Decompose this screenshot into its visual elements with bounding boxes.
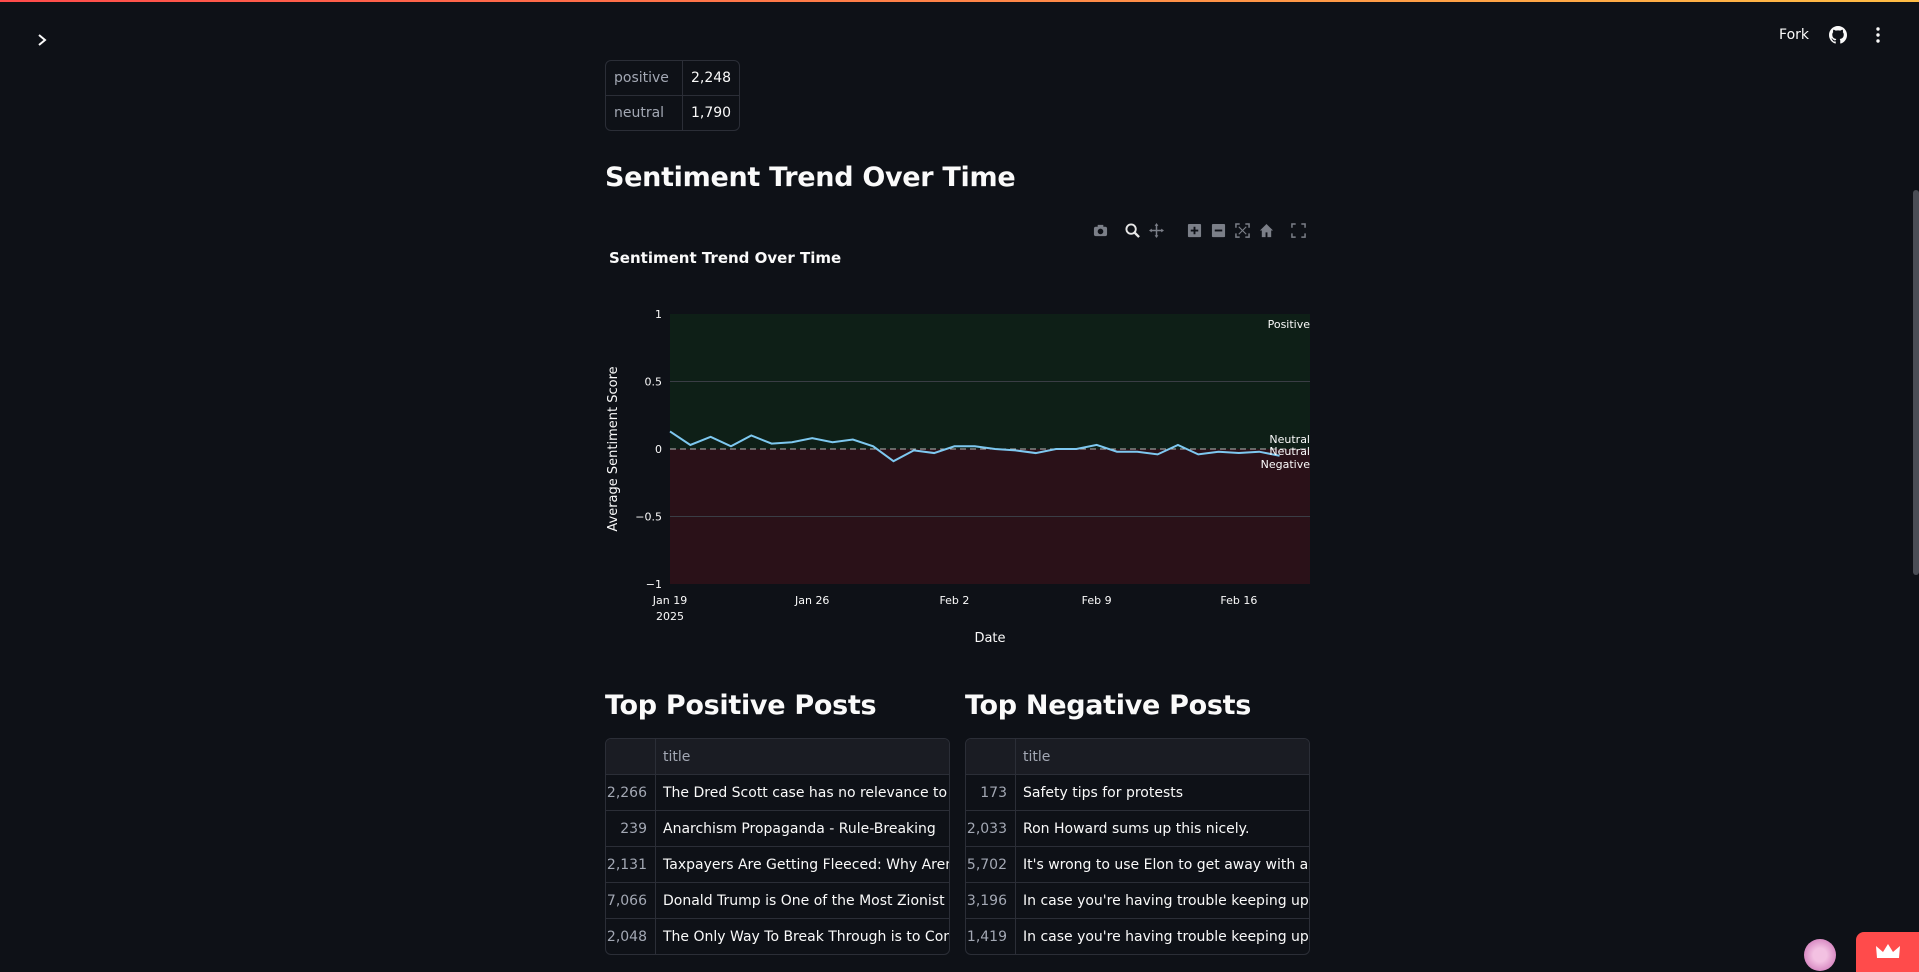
header-actions: Fork: [1779, 24, 1889, 46]
top-positive-table[interactable]: title 2,266 The Dred Scott case has no re…: [605, 738, 950, 955]
row-index: 1,419: [966, 919, 1016, 954]
y-tick-label: 0: [655, 443, 662, 456]
top-positive-column: Top Positive Posts: [605, 690, 877, 721]
row-index: 2,266: [606, 775, 656, 810]
top-negative-table[interactable]: title 173 Safety tips for protests 2,033 R…: [965, 738, 1310, 955]
row-index: 173: [966, 775, 1016, 810]
stat-key: positive: [606, 61, 683, 95]
user-avatar[interactable]: [1804, 939, 1836, 971]
streamlit-badge[interactable]: [1856, 932, 1919, 972]
row-index: 2,033: [966, 811, 1016, 846]
row-title: The Dred Scott case has no relevance to …: [663, 784, 949, 801]
table-row[interactable]: 2,131 Taxpayers Are Getting Fleeced: Why …: [606, 846, 949, 882]
table-row[interactable]: 7,066 Donald Trump is One of the Most Zio…: [606, 882, 949, 918]
row-title: Safety tips for protests: [1023, 784, 1184, 801]
y-tick-label: 0.5: [645, 376, 663, 389]
index-header: [966, 739, 1016, 774]
row-title: Ron Howard sums up this nicely.: [1023, 820, 1250, 837]
annotation-neutral: Neutral: [1269, 445, 1310, 458]
top-negative-column: Top Negative Posts: [965, 690, 1251, 721]
table-row: neutral 1,790: [606, 95, 740, 130]
row-index: 5,702: [966, 847, 1016, 882]
page-scrollbar[interactable]: [1913, 190, 1919, 575]
table-row[interactable]: 5,702 It's wrong to use Elon to get away …: [966, 846, 1309, 882]
chart-plot[interactable]: Sentiment Trend Over Time 1 0.5 0 −0.5 −1 Ja…: [605, 218, 1310, 658]
column-header-title[interactable]: title: [1016, 749, 1309, 765]
x-tick-year: 2025: [656, 610, 684, 623]
annotation-negative: Negative: [1261, 458, 1311, 471]
table-header: title: [966, 739, 1309, 774]
row-title: Anarchism Propaganda - Rule-Breaking: [663, 820, 936, 837]
x-tick-label: Feb 9: [1082, 594, 1112, 607]
x-tick-label: Feb 16: [1220, 594, 1257, 607]
table-row[interactable]: 1,419 In case you're having trouble keepi…: [966, 918, 1309, 954]
fork-button[interactable]: Fork: [1779, 27, 1809, 43]
row-title: It's wrong to use Elon to get away with …: [1023, 856, 1309, 873]
crown-icon: [1875, 944, 1900, 958]
x-tick-label: Feb 2: [939, 594, 969, 607]
expand-sidebar-button[interactable]: [30, 28, 54, 52]
index-header: [606, 739, 656, 774]
row-index: 7,066: [606, 883, 656, 918]
stat-key: neutral: [606, 95, 683, 130]
github-icon[interactable]: [1827, 24, 1849, 46]
row-title: In case you're having trouble keeping up…: [1023, 892, 1309, 909]
table-row[interactable]: 239 Anarchism Propaganda - Rule-Breaking: [606, 810, 949, 846]
x-axis-label: Date: [974, 631, 1005, 646]
annotation-positive: Positive: [1268, 318, 1311, 331]
table-row[interactable]: 2,033 Ron Howard sums up this nicely.: [966, 810, 1309, 846]
top-negative-title: Top Negative Posts: [965, 690, 1252, 721]
table-header: title: [606, 739, 949, 774]
sentiment-trend-chart[interactable]: Sentiment Trend Over Time 1 0.5 0 −0.5 −1 Ja…: [605, 218, 1310, 658]
table-row[interactable]: 2,048 The Only Way To Break Through is to…: [606, 918, 949, 954]
row-title: The Only Way To Break Through is to Conn…: [663, 928, 949, 945]
y-tick-label: 1: [655, 308, 662, 321]
more-options-icon[interactable]: [1867, 24, 1889, 46]
x-tick-label: Jan 19: [652, 594, 687, 607]
table-row[interactable]: 173 Safety tips for protests: [966, 774, 1309, 810]
row-title: In case you're having trouble keeping up…: [1023, 928, 1309, 945]
row-index: 239: [606, 811, 656, 846]
x-tick-label: Jan 26: [794, 594, 829, 607]
top-positive-title: Top Positive Posts: [605, 690, 877, 721]
y-tick-label: −1: [646, 578, 662, 591]
y-tick-label: −0.5: [635, 511, 662, 524]
trend-section-title: Sentiment Trend Over Time: [605, 162, 1016, 193]
table-row[interactable]: 2,266 The Dred Scott case has no relevanc…: [606, 774, 949, 810]
row-index: 3,196: [966, 883, 1016, 918]
row-index: 2,048: [606, 919, 656, 954]
stat-value: 1,790: [683, 95, 740, 130]
stat-value: 2,248: [691, 70, 732, 86]
table-row: positive 2,248: [606, 61, 739, 95]
chevron-right-icon: [38, 34, 47, 46]
y-axis-label: Average Sentiment Score: [606, 366, 621, 531]
chart-title: Sentiment Trend Over Time: [609, 249, 841, 267]
sentiment-counts-table: positive 2,248 neutral 1,790: [605, 60, 741, 131]
row-index: 2,131: [606, 847, 656, 882]
main-content: positive 2,248 neutral 1,790 Sentiment T…: [605, 0, 1310, 972]
row-title: Taxpayers Are Getting Fleeced: Why Aren'…: [663, 856, 949, 873]
column-header-title[interactable]: title: [656, 749, 949, 765]
row-title: Donald Trump is One of the Most Zionist …: [663, 892, 949, 909]
table-row[interactable]: 3,196 In case you're having trouble keepi…: [966, 882, 1309, 918]
